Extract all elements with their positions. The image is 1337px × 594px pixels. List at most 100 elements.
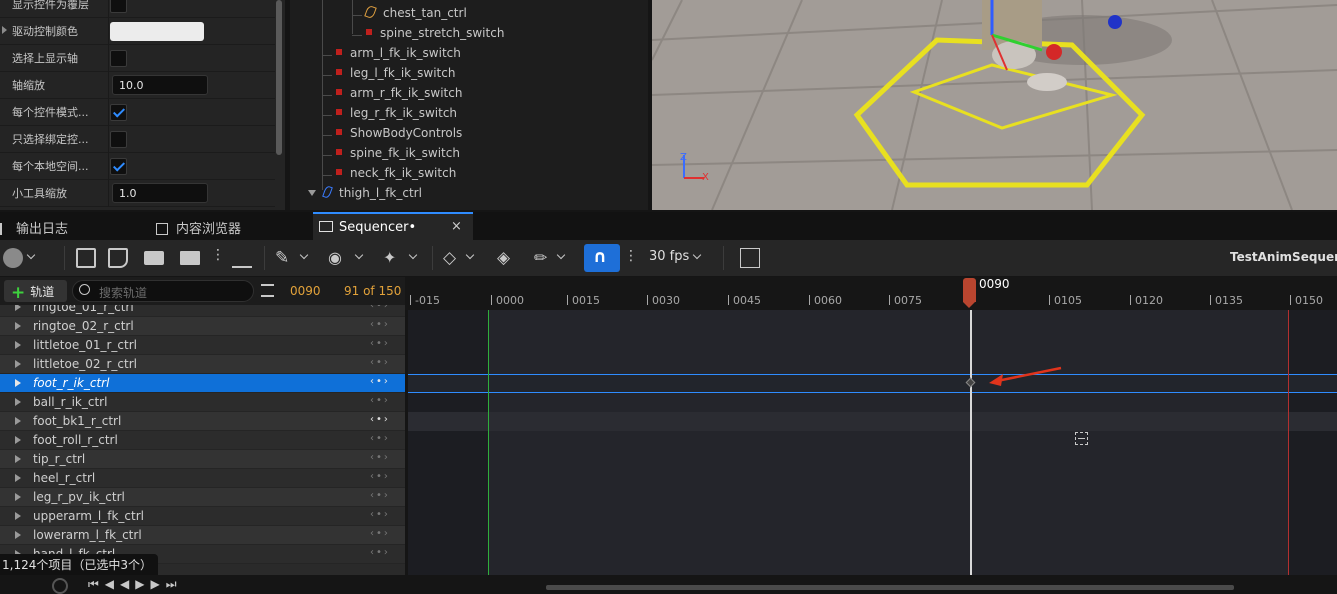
expand-arrow-icon[interactable] (15, 417, 21, 425)
browse-icon[interactable] (108, 248, 128, 268)
key-nav-icon[interactable]: ‹•› (370, 547, 390, 558)
timeline-scrollbar[interactable] (546, 585, 1234, 590)
render-movie-icon[interactable] (180, 251, 200, 265)
more-options-icon[interactable]: ⋮ (211, 248, 225, 268)
key-nav-icon[interactable]: ‹•› (370, 395, 390, 406)
key-nav-icon[interactable]: ‹•› (370, 305, 390, 311)
add-track-button[interactable]: + 轨道 (4, 280, 67, 303)
outliner-item[interactable]: spine_fk_ik_switch (336, 146, 460, 166)
close-tab-icon[interactable]: × (451, 219, 462, 234)
chevron-down-icon[interactable] (299, 250, 309, 260)
track-row[interactable]: lowerarm_l_fk_ctrl ‹•› (0, 526, 405, 545)
select-bound-checkbox[interactable] (110, 131, 127, 148)
track-row-selected[interactable]: foot_r_ik_ctrl ‹•› (0, 374, 405, 393)
track-row[interactable]: tip_r_ctrl ‹•› (0, 450, 405, 469)
tab-content-browser[interactable]: 内容浏览器 (156, 212, 311, 240)
expand-arrow-icon[interactable] (15, 398, 21, 406)
selected-track-lane[interactable] (408, 374, 1337, 393)
track-row[interactable]: foot_roll_r_ctrl ‹•› (0, 431, 405, 450)
chevron-down-icon[interactable] (354, 250, 364, 260)
auto-key-icon[interactable]: ◈ (497, 248, 517, 268)
playback-start-marker[interactable] (488, 310, 489, 575)
expand-arrow-icon[interactable] (15, 474, 21, 482)
key-nav-icon[interactable]: ‹•› (370, 490, 390, 501)
outliner-item[interactable]: neck_fk_ik_switch (336, 166, 456, 186)
key-nav-icon[interactable]: ‹•› (370, 338, 390, 349)
expand-arrow-icon[interactable] (15, 512, 21, 520)
frame-rate-selector[interactable]: 30 fps (649, 249, 689, 264)
axis-scale-input[interactable]: 10.0 (112, 75, 208, 95)
expand-arrow-icon[interactable] (15, 379, 21, 387)
track-row[interactable]: ringtoe_01_r_ctrl ‹•› (0, 305, 405, 317)
playback-options-icon[interactable]: ✦ (383, 248, 403, 268)
world-icon[interactable] (3, 248, 23, 268)
track-row[interactable]: littletoe_02_r_ctrl ‹•› (0, 355, 405, 374)
outliner-item[interactable]: ShowBodyControls (336, 126, 462, 146)
outliner-item[interactable]: spine_stretch_switch (366, 26, 504, 46)
track-row[interactable]: leg_r_pv_ik_ctrl ‹•› (0, 488, 405, 507)
tab-output-log[interactable]: 输出日志 (0, 212, 150, 240)
chevron-down-icon[interactable] (556, 250, 566, 260)
timeline-area[interactable] (408, 310, 1337, 575)
expand-arrow-icon[interactable] (15, 455, 21, 463)
collapse-arrow-icon[interactable] (308, 190, 316, 196)
key-diamond-icon[interactable]: ◇ (443, 248, 463, 268)
overlay-checkbox[interactable] (110, 0, 127, 13)
track-row[interactable]: heel_r_ctrl ‹•› (0, 469, 405, 488)
expand-arrow-icon[interactable] (15, 436, 21, 444)
graph-icon[interactable] (232, 248, 252, 268)
chevron-down-icon[interactable] (408, 250, 418, 260)
expand-arrow-icon[interactable] (15, 341, 21, 349)
key-nav-icon[interactable]: ‹•› (370, 528, 390, 539)
current-frame[interactable]: 0090 (290, 284, 321, 298)
chevron-down-icon[interactable] (26, 250, 36, 260)
filter-icon[interactable] (261, 284, 274, 297)
track-row[interactable]: ringtoe_02_r_ctrl ‹•› (0, 317, 405, 336)
outliner-item[interactable]: thigh_l_fk_ctrl (308, 185, 422, 206)
outliner-item[interactable]: leg_l_fk_ik_switch (336, 66, 455, 86)
key-nav-icon[interactable]: ‹•› (370, 471, 390, 482)
details-scrollbar[interactable] (276, 0, 282, 155)
playback-end-marker[interactable] (1288, 310, 1289, 575)
gizmo-scale-input[interactable]: 1.0 (112, 183, 208, 203)
3d-viewport[interactable]: Z X (652, 0, 1337, 210)
outliner-item[interactable]: chest_tan_ctrl (364, 4, 467, 26)
curve-editor-icon[interactable] (740, 248, 760, 268)
key-nav-icon[interactable]: ‹•› (370, 357, 390, 368)
expand-arrow-icon[interactable] (15, 360, 21, 368)
playhead-line[interactable] (970, 310, 972, 575)
expand-arrow-icon[interactable] (15, 305, 21, 311)
track-row[interactable]: upperarm_l_fk_ctrl ‹•› (0, 507, 405, 526)
playhead-handle[interactable] (963, 278, 976, 308)
track-row[interactable]: foot_bk1_r_ctrl ‹•› (0, 412, 405, 431)
track-row[interactable]: littletoe_01_r_ctrl ‹•› (0, 336, 405, 355)
color-picker[interactable] (110, 22, 204, 41)
record-icon[interactable] (52, 578, 68, 594)
show-axes-checkbox[interactable] (110, 50, 127, 67)
key-nav-icon[interactable]: ‹•› (370, 509, 390, 520)
save-icon[interactable] (76, 248, 96, 268)
tab-sequencer[interactable]: Sequencer• × (313, 212, 473, 240)
expand-arrow-icon[interactable] (15, 531, 21, 539)
control-mode-checkbox[interactable] (110, 104, 127, 121)
camera-icon[interactable] (144, 251, 164, 265)
eye-icon[interactable]: ◉ (328, 248, 348, 268)
local-space-checkbox[interactable] (110, 158, 127, 175)
outliner-item[interactable]: arm_r_fk_ik_switch (336, 86, 462, 106)
expand-arrow-icon[interactable] (2, 26, 7, 34)
key-nav-icon[interactable]: ‹•› (370, 376, 390, 387)
track-row[interactable]: ball_r_ik_ctrl ‹•› (0, 393, 405, 412)
outliner-item[interactable]: arm_l_fk_ik_switch (336, 46, 461, 66)
snap-options-icon[interactable]: ⋮ (624, 248, 638, 268)
snap-toggle-button[interactable]: ∩ (584, 244, 620, 272)
key-nav-icon[interactable]: ‹•› (370, 414, 390, 425)
key-nav-icon[interactable]: ‹•› (370, 319, 390, 330)
expand-arrow-icon[interactable] (15, 322, 21, 330)
edit-curve-icon[interactable]: ✏ (534, 248, 554, 268)
key-nav-icon[interactable]: ‹•› (370, 452, 390, 463)
time-ruler[interactable]: -015 0000 0015 0030 0045 0060 0075 0105 … (405, 277, 1337, 310)
key-nav-icon[interactable]: ‹•› (370, 433, 390, 444)
wrench-icon[interactable]: ✎ (275, 248, 295, 268)
chevron-down-icon[interactable] (465, 250, 475, 260)
search-tracks-input[interactable]: 搜索轨道 (72, 280, 254, 302)
